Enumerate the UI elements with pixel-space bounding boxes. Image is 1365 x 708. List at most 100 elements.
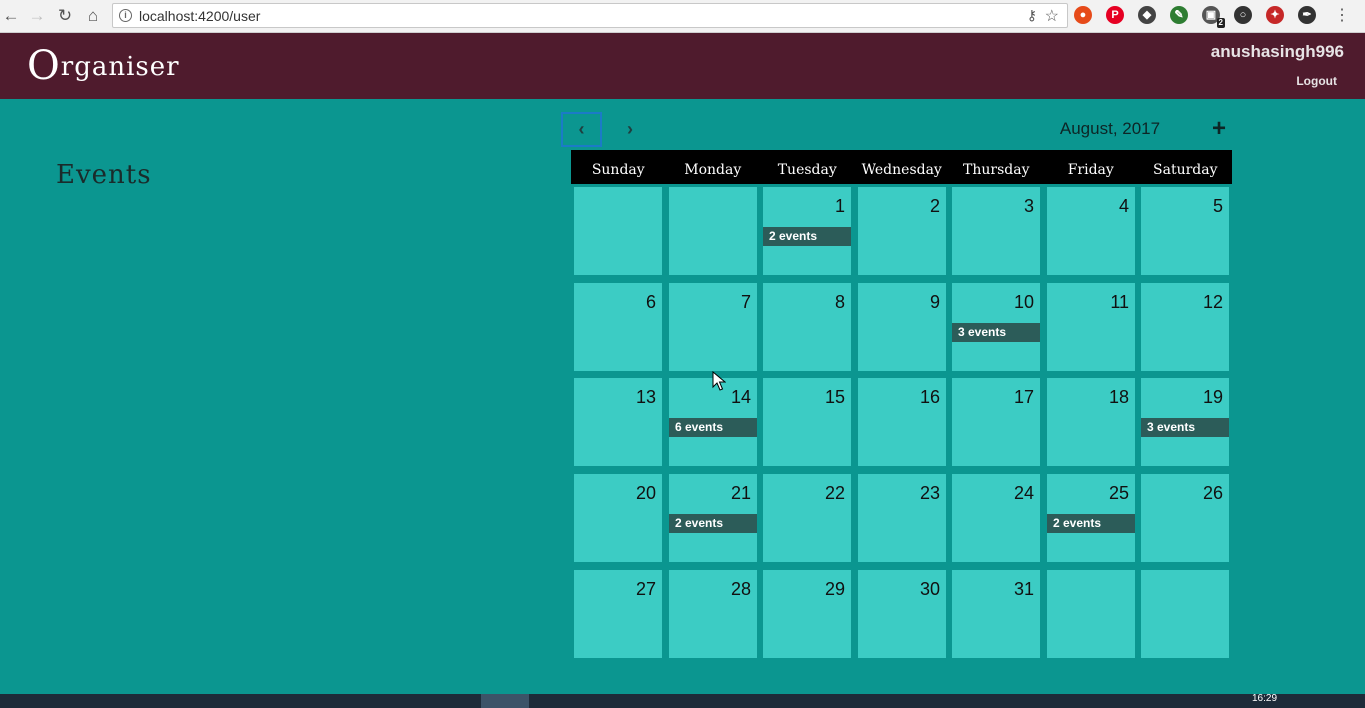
event-count-badge[interactable]: 2 events <box>763 227 851 246</box>
prev-month-button[interactable]: ‹ <box>561 112 602 147</box>
forward-arrow-icon[interactable]: → <box>26 5 48 27</box>
calendar-day-21[interactable]: 21 2 events <box>669 474 757 562</box>
calendar-day-14[interactable]: 14 6 events <box>669 378 757 466</box>
address-bar[interactable]: i localhost:4200/user ⚷ ☆ <box>112 3 1068 28</box>
calendar-day-empty[interactable] <box>1047 570 1135 658</box>
calendar-day-27[interactable]: 27 <box>574 570 662 658</box>
taskbar: 16:29 <box>0 693 1365 708</box>
calendar-day-4[interactable]: 4 <box>1047 187 1135 275</box>
calendar-day-15[interactable]: 15 <box>763 378 851 466</box>
add-event-button[interactable]: + <box>1208 115 1230 143</box>
day-number: 31 <box>1013 579 1034 599</box>
pinterest-icon[interactable]: P <box>1106 6 1124 24</box>
calendar-day-23[interactable]: 23 <box>858 474 946 562</box>
day-number: 3 <box>1023 196 1034 216</box>
day-number: 6 <box>645 292 656 312</box>
calendar-day-26[interactable]: 26 <box>1141 474 1229 562</box>
day-number: 9 <box>929 292 940 312</box>
key-icon[interactable]: ⚷ <box>1027 7 1037 24</box>
brand-logo[interactable]: Organiser <box>27 42 180 86</box>
shield-icon[interactable]: ◆ <box>1138 6 1156 24</box>
day-number: 1 <box>834 196 845 216</box>
calendar-day-empty[interactable] <box>669 187 757 275</box>
events-heading: Events <box>56 160 152 190</box>
home-icon[interactable]: ⌂ <box>82 5 104 27</box>
day-number: 17 <box>1013 387 1034 407</box>
day-number: 19 <box>1202 387 1223 407</box>
site-info-icon[interactable]: i <box>119 9 132 22</box>
back-arrow-icon[interactable]: ← <box>0 5 22 27</box>
calendar-day-19[interactable]: 19 3 events <box>1141 378 1229 466</box>
weekday-header: Sunday Monday Tuesday Wednesday Thursday Frid… <box>571 150 1232 184</box>
calendar-day-2[interactable]: 2 <box>858 187 946 275</box>
feather-icon[interactable]: ✎ <box>1170 6 1188 24</box>
calendar-day-17[interactable]: 17 <box>952 378 1040 466</box>
day-number: 26 <box>1202 483 1223 503</box>
logout-link[interactable]: Logout <box>1296 74 1337 88</box>
taskbar-clock: 16:29 <box>1252 693 1278 704</box>
day-number: 12 <box>1202 292 1223 312</box>
calendar-day-16[interactable]: 16 <box>858 378 946 466</box>
calendar-day-3[interactable]: 3 <box>952 187 1040 275</box>
day-number: 13 <box>635 387 656 407</box>
calendar-day-7[interactable]: 7 <box>669 283 757 371</box>
calendar-day-18[interactable]: 18 <box>1047 378 1135 466</box>
calendar-day-25[interactable]: 25 2 events <box>1047 474 1135 562</box>
calendar-day-13[interactable]: 13 <box>574 378 662 466</box>
day-number: 7 <box>740 292 751 312</box>
calendar-day-6[interactable]: 6 <box>574 283 662 371</box>
calendar-day-5[interactable]: 5 <box>1141 187 1229 275</box>
adblock-icon[interactable]: ● <box>1074 6 1092 24</box>
calendar-day-empty[interactable] <box>574 187 662 275</box>
taskbar-active-app[interactable] <box>481 694 529 708</box>
puzzle-badge-icon[interactable]: ▣ 2 <box>1202 6 1225 28</box>
day-number: 15 <box>824 387 845 407</box>
chevron-left-icon: ‹ <box>578 119 585 139</box>
day-number: 2 <box>929 196 940 216</box>
day-number: 29 <box>824 579 845 599</box>
calendar-day-10[interactable]: 10 3 events <box>952 283 1040 371</box>
weekday-sunday: Sunday <box>591 162 645 178</box>
calendar-day-8[interactable]: 8 <box>763 283 851 371</box>
calendar-day-30[interactable]: 30 <box>858 570 946 658</box>
url-text[interactable]: localhost:4200/user <box>139 8 260 24</box>
day-number: 27 <box>635 579 656 599</box>
browser-toolbar: ← → ↻ ⌂ i localhost:4200/user ⚷ ☆ ● P ◆ ✎ ▣ 2… <box>0 0 1365 33</box>
calendar-day-12[interactable]: 12 <box>1141 283 1229 371</box>
calendar-day-empty[interactable] <box>1141 570 1229 658</box>
reload-icon[interactable]: ↻ <box>54 5 76 27</box>
day-number: 28 <box>730 579 751 599</box>
calendar-day-28[interactable]: 28 <box>669 570 757 658</box>
calendar-day-9[interactable]: 9 <box>858 283 946 371</box>
calendar-day-22[interactable]: 22 <box>763 474 851 562</box>
brand-initial: O <box>27 43 61 89</box>
circle-icon[interactable]: ○ <box>1234 6 1252 24</box>
event-count-badge[interactable]: 6 events <box>669 418 757 437</box>
day-number: 14 <box>730 387 751 407</box>
event-count-badge[interactable]: 3 events <box>1141 418 1229 437</box>
weekday-friday: Friday <box>1067 162 1114 178</box>
day-number: 21 <box>730 483 751 503</box>
browser-menu-icon[interactable]: ⋮ <box>1334 4 1350 28</box>
weekday-monday: Monday <box>684 162 742 178</box>
day-number: 25 <box>1108 483 1129 503</box>
event-count-badge[interactable]: 3 events <box>952 323 1040 342</box>
brand-text: rganiser <box>60 52 180 82</box>
pen-icon[interactable]: ✒ <box>1298 6 1316 24</box>
event-count-badge[interactable]: 2 events <box>1047 514 1135 533</box>
day-number: 18 <box>1108 387 1129 407</box>
day-number: 11 <box>1110 292 1129 312</box>
calendar-day-11[interactable]: 11 <box>1047 283 1135 371</box>
chevron-right-icon: › <box>627 119 633 139</box>
day-number: 22 <box>824 483 845 503</box>
calendar-day-29[interactable]: 29 <box>763 570 851 658</box>
bookmark-star-icon[interactable]: ☆ <box>1045 6 1059 26</box>
next-month-button[interactable]: › <box>614 112 646 147</box>
calendar-day-31[interactable]: 31 <box>952 570 1040 658</box>
day-number: 23 <box>919 483 940 503</box>
calendar-day-20[interactable]: 20 <box>574 474 662 562</box>
rocket-icon[interactable]: ✦ <box>1266 6 1284 24</box>
event-count-badge[interactable]: 2 events <box>669 514 757 533</box>
calendar-day-24[interactable]: 24 <box>952 474 1040 562</box>
calendar-day-1[interactable]: 1 2 events <box>763 187 851 275</box>
